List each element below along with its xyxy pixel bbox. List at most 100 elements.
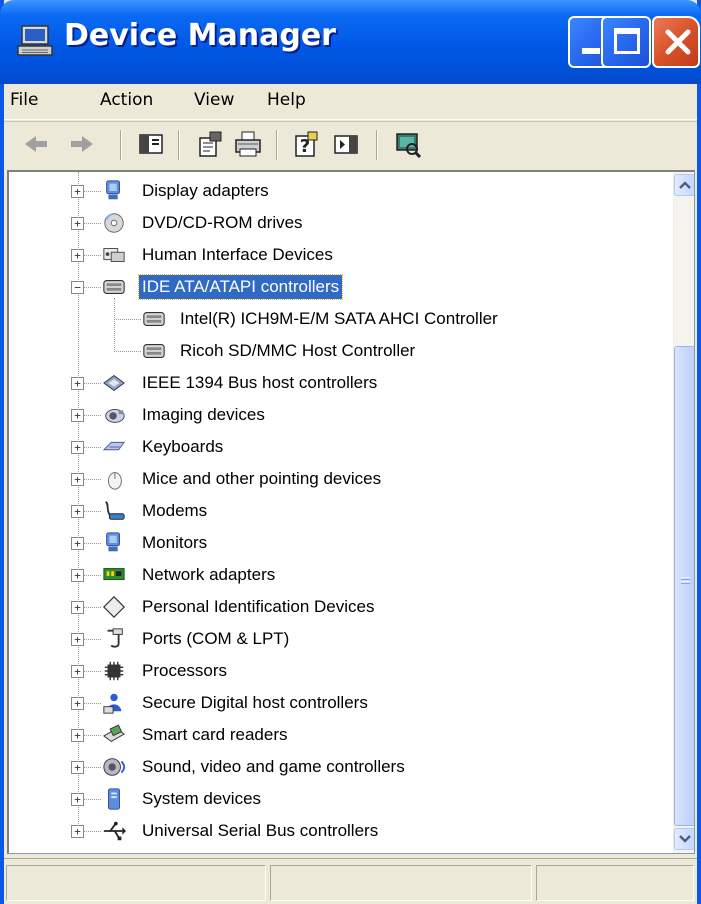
- back-icon[interactable]: [22, 130, 50, 158]
- menu-action[interactable]: Action: [100, 90, 153, 110]
- scroll-thumb[interactable]: [674, 346, 694, 826]
- tree-item-label: Display adapters: [142, 181, 269, 200]
- status-bar: [4, 858, 697, 904]
- status-pane: [6, 865, 266, 901]
- usb-icon: [103, 821, 126, 841]
- tree-item-label: DVD/CD-ROM drives: [142, 213, 303, 232]
- title-bar[interactable]: Device Manager: [0, 0, 701, 84]
- close-button[interactable]: [652, 16, 700, 68]
- scan-hardware-icon[interactable]: [394, 130, 422, 158]
- collapse-toggle-icon[interactable]: −: [71, 281, 84, 294]
- menu-view[interactable]: View: [194, 90, 234, 110]
- expand-toggle-icon[interactable]: +: [71, 633, 84, 646]
- expand-toggle-icon[interactable]: +: [71, 825, 84, 838]
- expand-toggle-icon[interactable]: +: [71, 697, 84, 710]
- sound-icon: [103, 758, 126, 776]
- expand-toggle-icon[interactable]: +: [71, 793, 84, 806]
- ide-controller-icon: [143, 343, 165, 359]
- vertical-scrollbar[interactable]: [673, 172, 694, 853]
- device-manager-window: Device Manager File Action View Help ? +…: [0, 0, 701, 904]
- tree-item-label: Secure Digital host controllers: [142, 693, 368, 712]
- expand-toggle-icon[interactable]: +: [71, 537, 84, 550]
- toolbar-separator: [120, 130, 122, 160]
- tree-item-label: IDE ATA/ATAPI controllers: [137, 274, 344, 300]
- expand-toggle-icon[interactable]: +: [71, 601, 84, 614]
- network-adapter-icon: [103, 568, 125, 581]
- tree-item-label: Keyboards: [142, 437, 224, 456]
- expand-toggle-icon[interactable]: +: [71, 665, 84, 678]
- tree-category-item[interactable]: + Monitors: [9, 528, 669, 558]
- ide-controller-icon: [103, 279, 125, 295]
- smart-card-reader-icon: [103, 724, 125, 743]
- tree-category-item[interactable]: + Human Interface Devices: [9, 240, 669, 270]
- tree-category-item[interactable]: + Personal Identification Devices: [9, 592, 669, 622]
- expand-toggle-icon[interactable]: +: [71, 217, 84, 230]
- tree-category-item[interactable]: + Secure Digital host controllers: [9, 688, 669, 718]
- tree-device-item[interactable]: Ricoh SD/MMC Host Controller: [9, 336, 669, 366]
- status-pane: [536, 865, 694, 901]
- tree-device-item[interactable]: Intel(R) ICH9M-E/M SATA AHCI Controller: [9, 304, 669, 334]
- scroll-up-button[interactable]: [674, 174, 694, 196]
- tree-category-item[interactable]: + Processors: [9, 656, 669, 686]
- expand-toggle-icon[interactable]: +: [71, 409, 84, 422]
- expand-toggle-icon[interactable]: +: [71, 729, 84, 742]
- device-tree-panel: + Display adapters + DVD/CD-ROM drives + Huma…: [7, 170, 695, 854]
- tree-item-label: System devices: [142, 789, 262, 808]
- toolbar-separator: [276, 130, 278, 160]
- help-icon[interactable]: ?: [292, 130, 320, 158]
- tree-item-label: Smart card readers: [142, 725, 288, 744]
- action-pane-icon[interactable]: [332, 130, 360, 158]
- expand-toggle-icon[interactable]: +: [71, 569, 84, 582]
- tree-category-item[interactable]: − IDE ATA/ATAPI controllers: [9, 272, 669, 302]
- tree-category-item[interactable]: + Imaging devices: [9, 400, 669, 430]
- toolbar: ?: [4, 121, 697, 165]
- tree-guide-line: [114, 351, 141, 352]
- tree-category-item[interactable]: + Smart card readers: [9, 720, 669, 750]
- maximize-button[interactable]: [601, 16, 651, 68]
- show-hide-console-tree-icon[interactable]: [137, 130, 165, 158]
- tree-category-item[interactable]: + Ports (COM & LPT): [9, 624, 669, 654]
- tree-category-item[interactable]: + Sound, video and game controllers: [9, 752, 669, 782]
- tree-item-label: IEEE 1394 Bus host controllers: [142, 373, 378, 392]
- tree-category-item[interactable]: + Keyboards: [9, 432, 669, 462]
- chevron-down-icon: [679, 835, 691, 843]
- tree-category-item[interactable]: + Display adapters: [9, 176, 669, 206]
- tree-item-label: Processors: [142, 661, 228, 680]
- expand-toggle-icon[interactable]: +: [71, 249, 84, 262]
- forward-icon[interactable]: [68, 130, 96, 158]
- tree-category-item[interactable]: + Universal Serial Bus controllers: [9, 816, 669, 846]
- tree-item-label: Network adapters: [142, 565, 276, 584]
- properties-icon[interactable]: [196, 130, 224, 158]
- tree-category-item[interactable]: + Network adapters: [9, 560, 669, 590]
- scroll-down-button[interactable]: [674, 828, 694, 850]
- tree-item-label: Intel(R) ICH9M-E/M SATA AHCI Controller: [180, 309, 498, 328]
- expand-toggle-icon[interactable]: +: [71, 185, 84, 198]
- tree-category-item[interactable]: + Modems: [9, 496, 669, 526]
- expand-toggle-icon[interactable]: +: [71, 377, 84, 390]
- tree-category-item[interactable]: + IEEE 1394 Bus host controllers: [9, 368, 669, 398]
- expand-toggle-icon[interactable]: +: [71, 761, 84, 774]
- ieee1394-icon: [103, 375, 125, 391]
- system-device-icon: [108, 788, 120, 810]
- expand-toggle-icon[interactable]: +: [71, 441, 84, 454]
- menu-file[interactable]: File: [10, 90, 38, 110]
- sd-host-icon: [103, 693, 122, 714]
- chevron-up-icon: [679, 181, 691, 189]
- computer-icon: [17, 25, 53, 56]
- ide-controller-icon: [143, 311, 165, 327]
- menu-help[interactable]: Help: [267, 90, 306, 110]
- tree-item-label: Sound, video and game controllers: [142, 757, 405, 776]
- tree-category-item[interactable]: + System devices: [9, 784, 669, 814]
- tree-category-item[interactable]: + Mice and other pointing devices: [9, 464, 669, 494]
- dvd-drive-icon: [104, 212, 124, 233]
- expand-toggle-icon[interactable]: +: [71, 505, 84, 518]
- tree-category-item[interactable]: + DVD/CD-ROM drives: [9, 208, 669, 238]
- expand-toggle-icon[interactable]: +: [71, 473, 84, 486]
- monitor-icon: [106, 532, 120, 552]
- display-adapter-icon: [106, 180, 120, 200]
- tree-item-label: Mice and other pointing devices: [142, 469, 382, 488]
- print-icon[interactable]: [234, 130, 262, 158]
- keyboard-icon: [102, 441, 126, 451]
- tree-item-label: Imaging devices: [142, 405, 265, 424]
- menu-bar: File Action View Help: [4, 84, 697, 120]
